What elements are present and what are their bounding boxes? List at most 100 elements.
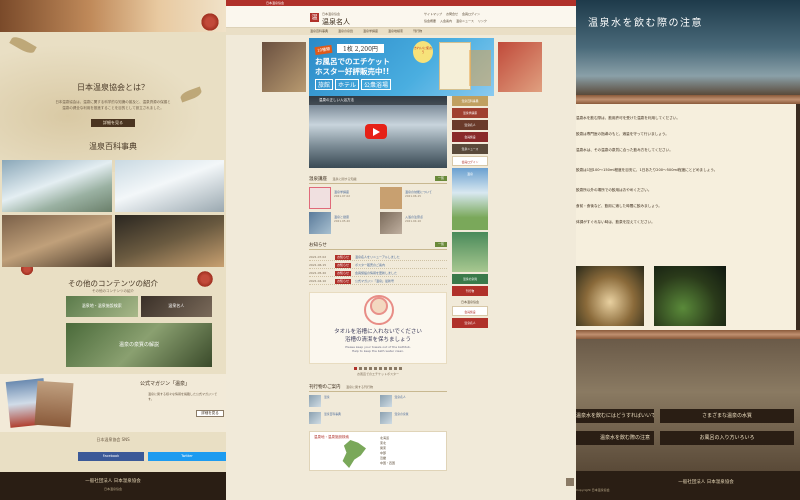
right-footer: 一般社団法人 日本温泉協会 Copyright 日本温泉協会: [576, 471, 800, 500]
utility-link[interactable]: 協会概要: [424, 19, 436, 23]
carousel-dot[interactable]: [394, 367, 397, 370]
article-date: 2021.06.15: [405, 194, 422, 198]
etiquette-poster[interactable]: タオルを浴槽に入れないでください 浴槽の清潔を保ちましょう Please kee…: [309, 292, 447, 364]
dictionary-photo[interactable]: [2, 215, 112, 267]
magazine-text: 温泉に関する様々な情報を掲載した公式マガジンです。: [148, 392, 218, 401]
utility-link[interactable]: 会員ログイン: [462, 12, 480, 16]
news-row[interactable]: 2021.06.15 お知らせ ポスター販売のご案内: [309, 261, 447, 269]
sidebar-banner[interactable]: 会員ログイン: [452, 156, 488, 166]
sidebar-banner[interactable]: 温泉ニュース: [452, 144, 488, 154]
nav-item[interactable]: 温泉百科事典: [310, 28, 328, 35]
other-content-tile-wide[interactable]: 温泉の泉質の解説: [66, 323, 212, 367]
japan-map[interactable]: [342, 440, 366, 468]
logo-icon[interactable]: 温: [310, 13, 319, 22]
logo-title[interactable]: 温泉名人: [322, 17, 350, 27]
news-row[interactable]: 2021.05.20 お知らせ 会員施設の情報を更新しました: [309, 269, 447, 277]
carousel-dot[interactable]: [384, 367, 387, 370]
carousel-dot[interactable]: [379, 367, 382, 370]
carousel-dot[interactable]: [399, 367, 402, 370]
article-item[interactable]: 温泉の効能について 2021.06.15: [380, 187, 447, 209]
facebook-button[interactable]: Facebook: [78, 452, 144, 461]
sidebar-banner[interactable]: 温泉名人: [452, 120, 488, 130]
related-link-button[interactable]: さまざまな温泉の水質: [660, 409, 794, 423]
banner-next-slide[interactable]: [498, 42, 542, 92]
utility-link[interactable]: お問合せ: [446, 12, 458, 16]
publication-item[interactable]: 温泉百科事典: [309, 412, 377, 426]
news-row[interactable]: 2021.04.10 お知らせ 公式マガジン「温泉」最新号: [309, 277, 447, 285]
sidebar-banner[interactable]: 会員施設: [452, 306, 488, 316]
left-hero-image: [0, 0, 226, 32]
publication-item[interactable]: 温泉: [309, 395, 377, 409]
nav-item[interactable]: 温泉学講座: [363, 28, 378, 35]
magazine-detail-button[interactable]: 詳細を見る: [196, 410, 224, 417]
news-more-button[interactable]: 一覧: [434, 242, 447, 247]
other-content-title: その他のコンテンツの紹介: [68, 279, 158, 288]
nav-item[interactable]: 刊行物: [413, 28, 422, 35]
dictionary-photo[interactable]: [114, 215, 224, 267]
about-detail-button[interactable]: 詳細を見る: [91, 119, 135, 127]
news-row[interactable]: 2021.07.02 お知らせ 温泉名人をリニューアルしました: [309, 253, 447, 261]
news-title: ポスター販売のご案内: [354, 263, 385, 267]
carousel-dot[interactable]: [359, 367, 362, 370]
carousel-dot[interactable]: [354, 367, 357, 370]
carousel-dot[interactable]: [364, 367, 367, 370]
utility-link[interactable]: サイトマップ: [424, 12, 442, 16]
carousel-dots: [309, 367, 447, 370]
poster-sale-banner[interactable]: 10種類 1枚 2,200円 お風呂でのエチケット ホスター好評販売中!! 旅館…: [309, 38, 494, 96]
related-link-button[interactable]: お風呂の入り方いろいろ: [660, 431, 794, 445]
sidebar-banner[interactable]: 会員施設: [452, 132, 488, 142]
articles-heading-sub: 温泉に関する知識: [332, 177, 357, 181]
tile-label: 温泉名人: [168, 303, 185, 308]
article-item[interactable]: 温泉と健康 2021.05.20: [309, 212, 376, 234]
carousel-dot[interactable]: [389, 367, 392, 370]
dictionary-photo[interactable]: [114, 160, 224, 212]
article-date: 2021.04.10: [405, 219, 422, 223]
articles-more-button[interactable]: 一覧: [434, 176, 447, 181]
carousel-dot[interactable]: [369, 367, 372, 370]
publication-title: 温泉の泉質: [394, 412, 409, 416]
region-link[interactable]: 中国・四国: [380, 461, 395, 466]
utility-link[interactable]: 温泉ニュース: [456, 19, 474, 23]
video-player[interactable]: 温泉の正しい入浴方法: [309, 96, 447, 168]
article-item[interactable]: 温泉学講座 2021.07.02: [309, 187, 376, 209]
publication-title: 温泉名人: [394, 395, 406, 399]
sidebar-banner[interactable]: 刊行物: [452, 286, 488, 296]
carousel-dot[interactable]: [374, 367, 377, 370]
sidebar-photo-banner[interactable]: 温泉: [452, 168, 488, 230]
tile-label: 温泉の泉質の解説: [118, 342, 159, 348]
poster-english-2: Help to keep the bath water clean.: [351, 349, 405, 353]
news-title: 公式マガジン「温泉」最新号: [354, 279, 394, 283]
nav-item[interactable]: 温泉地検索: [388, 28, 403, 35]
publication-thumbnail: [379, 412, 392, 424]
map-title: 温泉地・温泉施設検索: [314, 435, 349, 439]
related-link-button[interactable]: 温泉水を飲むにはどうすればいいですか？: [576, 409, 654, 423]
article-item[interactable]: 入浴の注意点 2021.04.10: [380, 212, 447, 234]
magazine-cover-image[interactable]: [34, 380, 74, 428]
article-thumbnail: [309, 212, 331, 234]
nav-item[interactable]: 温泉の泉質: [338, 28, 353, 35]
related-link-button[interactable]: 温泉水を飲む際の注意: [576, 431, 654, 445]
other-content-tile[interactable]: 温泉地・温泉施設検索: [66, 296, 138, 317]
play-icon[interactable]: [365, 124, 387, 139]
sidebar-banner[interactable]: 温泉百科事典: [452, 96, 488, 106]
banner-prev-slide[interactable]: [262, 42, 306, 92]
paragraph: 飲泉所以外の場所での飲用はおやめください。: [576, 188, 652, 192]
publication-item[interactable]: 温泉の泉質: [379, 412, 448, 426]
sidebar-photo-banner[interactable]: [452, 232, 488, 272]
center-page: 日本温泉協会 温 日本温泉協会 温泉名人 サイトマップ お問合せ 会員ログイン …: [226, 0, 576, 500]
utility-link[interactable]: リンク: [478, 19, 487, 23]
drinking-water-photo: [576, 266, 644, 326]
dictionary-photo[interactable]: [2, 160, 112, 212]
twitter-button[interactable]: Twitter: [148, 452, 226, 461]
sidebar-banner[interactable]: 温泉名人: [452, 318, 488, 328]
publication-item[interactable]: 温泉名人: [379, 395, 448, 409]
sidebar-banner[interactable]: 温泉の泉質: [452, 274, 488, 284]
sidebar-banner[interactable]: 温泉学講座: [452, 108, 488, 118]
magazine-title: 公式マガジン「温泉」: [140, 381, 191, 387]
utility-link[interactable]: 入会案内: [440, 19, 452, 23]
banner-tag: 10種類: [314, 44, 333, 56]
page-top-button[interactable]: [566, 478, 574, 486]
banner-carousel: 10種類 1枚 2,200円 お風呂でのエチケット ホスター好評販売中!! 旅館…: [226, 38, 576, 96]
other-content-tile[interactable]: 温泉名人: [140, 296, 212, 317]
publication-title: 温泉百科事典: [324, 412, 341, 416]
